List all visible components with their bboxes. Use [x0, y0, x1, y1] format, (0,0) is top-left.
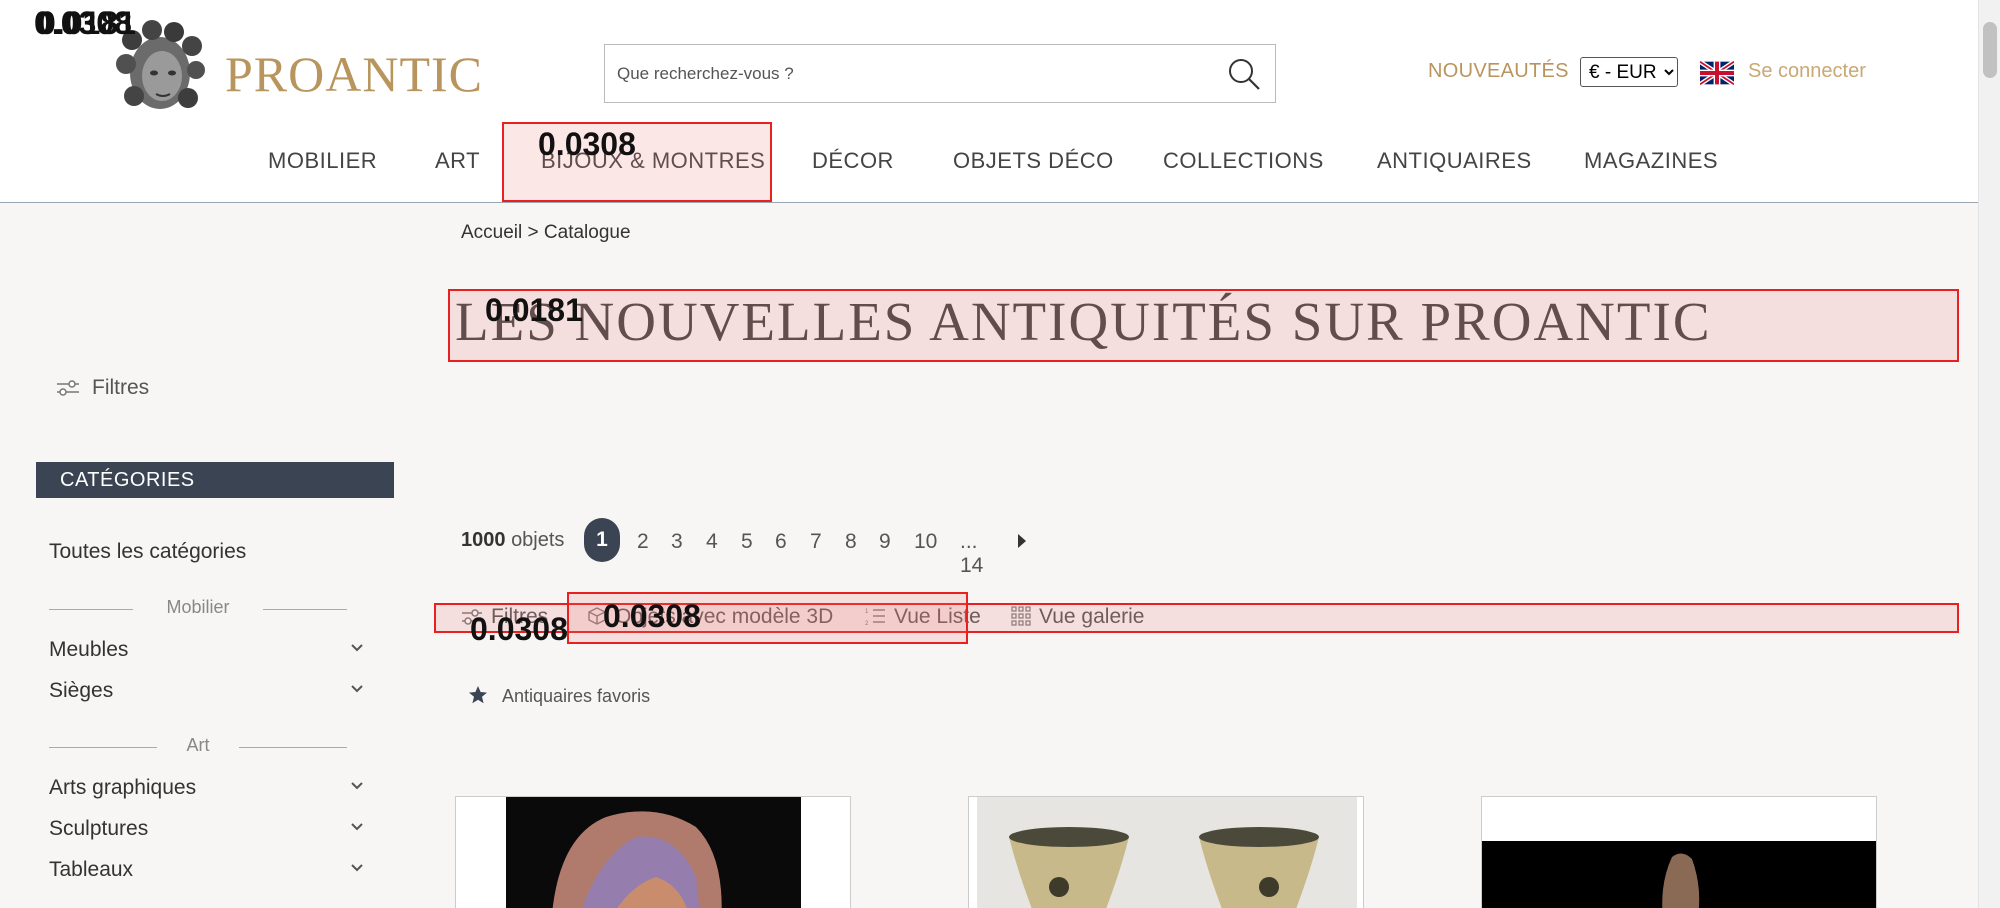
highlight-score-label: 0.0181 — [485, 292, 583, 328]
next-page-icon[interactable] — [1016, 532, 1028, 550]
nav-objets-deco[interactable]: OBJETS DÉCO — [953, 148, 1114, 174]
highlight-score-label: 0.0181 — [38, 5, 136, 41]
uk-flag-icon[interactable] — [1700, 61, 1734, 85]
currency-select[interactable]: € - EUR — [1580, 57, 1678, 87]
breadcrumb-home[interactable]: Accueil — [461, 222, 522, 243]
nav-decor[interactable]: DÉCOR — [812, 148, 894, 174]
sidebar-item-tableaux[interactable]: Tableaux — [49, 858, 365, 882]
sidebar-item-meubles[interactable]: Meubles — [49, 638, 365, 662]
chevron-down-icon — [351, 782, 363, 790]
scrollbar-thumb[interactable] — [1983, 22, 1997, 78]
page-2[interactable]: 2 — [637, 530, 649, 554]
filters-toggle[interactable]: Filtres — [56, 376, 149, 400]
nav-art[interactable]: ART — [435, 148, 480, 174]
nav-collections[interactable]: COLLECTIONS — [1163, 148, 1324, 174]
product-card[interactable] — [968, 796, 1364, 908]
search-icon — [1229, 59, 1260, 90]
product-card[interactable] — [455, 796, 851, 908]
page-6[interactable]: 6 — [775, 530, 787, 554]
chevron-down-icon — [351, 823, 363, 831]
search-button[interactable] — [1227, 57, 1261, 91]
sidebar-item-sieges[interactable]: Sièges — [49, 679, 365, 703]
login-link[interactable]: Se connecter — [1748, 60, 1866, 83]
breadcrumb-current: Catalogue — [543, 222, 631, 243]
breadcrumb: Accueil > Catalogue — [461, 222, 631, 243]
sidebar-item-sculptures[interactable]: Sculptures — [49, 817, 365, 841]
product-image — [506, 797, 801, 908]
page-5[interactable]: 5 — [741, 530, 753, 554]
brand-name[interactable]: PROANTIC — [225, 45, 483, 103]
group-separator-mobilier: Mobilier — [49, 597, 347, 621]
all-categories-link[interactable]: Toutes les catégories — [49, 540, 246, 564]
group-separator-art: Art — [49, 735, 347, 759]
product-card[interactable] — [1481, 796, 1877, 908]
chevron-down-icon — [351, 685, 363, 693]
favorite-dealers-link[interactable]: Antiquaires favoris — [468, 685, 650, 707]
sliders-icon — [57, 380, 79, 396]
page-9[interactable]: 9 — [879, 530, 891, 554]
star-icon — [469, 686, 487, 704]
nouveautes-link[interactable]: NOUVEAUTÉS — [1428, 60, 1569, 83]
page-7[interactable]: 7 — [810, 530, 822, 554]
chevron-down-icon — [351, 864, 363, 872]
nav-antiquaires[interactable]: ANTIQUAIRES — [1377, 148, 1532, 174]
highlight-score-label: 0.0308 — [538, 126, 636, 162]
site-header: PROANTIC NOUVEAUTÉS € - EUR Se connecter… — [0, 0, 1978, 203]
page-3[interactable]: 3 — [671, 530, 683, 554]
page-1[interactable]: 1 — [584, 518, 620, 562]
highlight-box-title — [448, 289, 1959, 362]
chevron-down-icon — [351, 644, 363, 652]
highlight-score-label: 0.0308 — [603, 598, 701, 634]
page-4[interactable]: 4 — [706, 530, 718, 554]
page-14[interactable]: ... 14 — [960, 530, 983, 578]
highlight-score-label: 0.0308 — [470, 611, 568, 647]
search-box — [604, 44, 1276, 103]
main-nav: MOBILIER ART BIJOUX & MONTRES DÉCOR OBJE… — [0, 148, 1978, 178]
sidebar-item-arts-graphiques[interactable]: Arts graphiques — [49, 776, 365, 800]
nav-mobilier[interactable]: MOBILIER — [268, 148, 377, 174]
product-image — [1482, 797, 1876, 908]
page-8[interactable]: 8 — [845, 530, 857, 554]
page-10[interactable]: 10 — [914, 530, 937, 554]
search-input[interactable] — [605, 45, 1195, 102]
page-scrollbar[interactable] — [1978, 0, 2000, 908]
product-image — [977, 797, 1357, 908]
results-count: 1000 objets — [461, 529, 565, 551]
categories-heading: CATÉGORIES — [36, 462, 394, 498]
nav-magazines[interactable]: MAGAZINES — [1584, 148, 1718, 174]
